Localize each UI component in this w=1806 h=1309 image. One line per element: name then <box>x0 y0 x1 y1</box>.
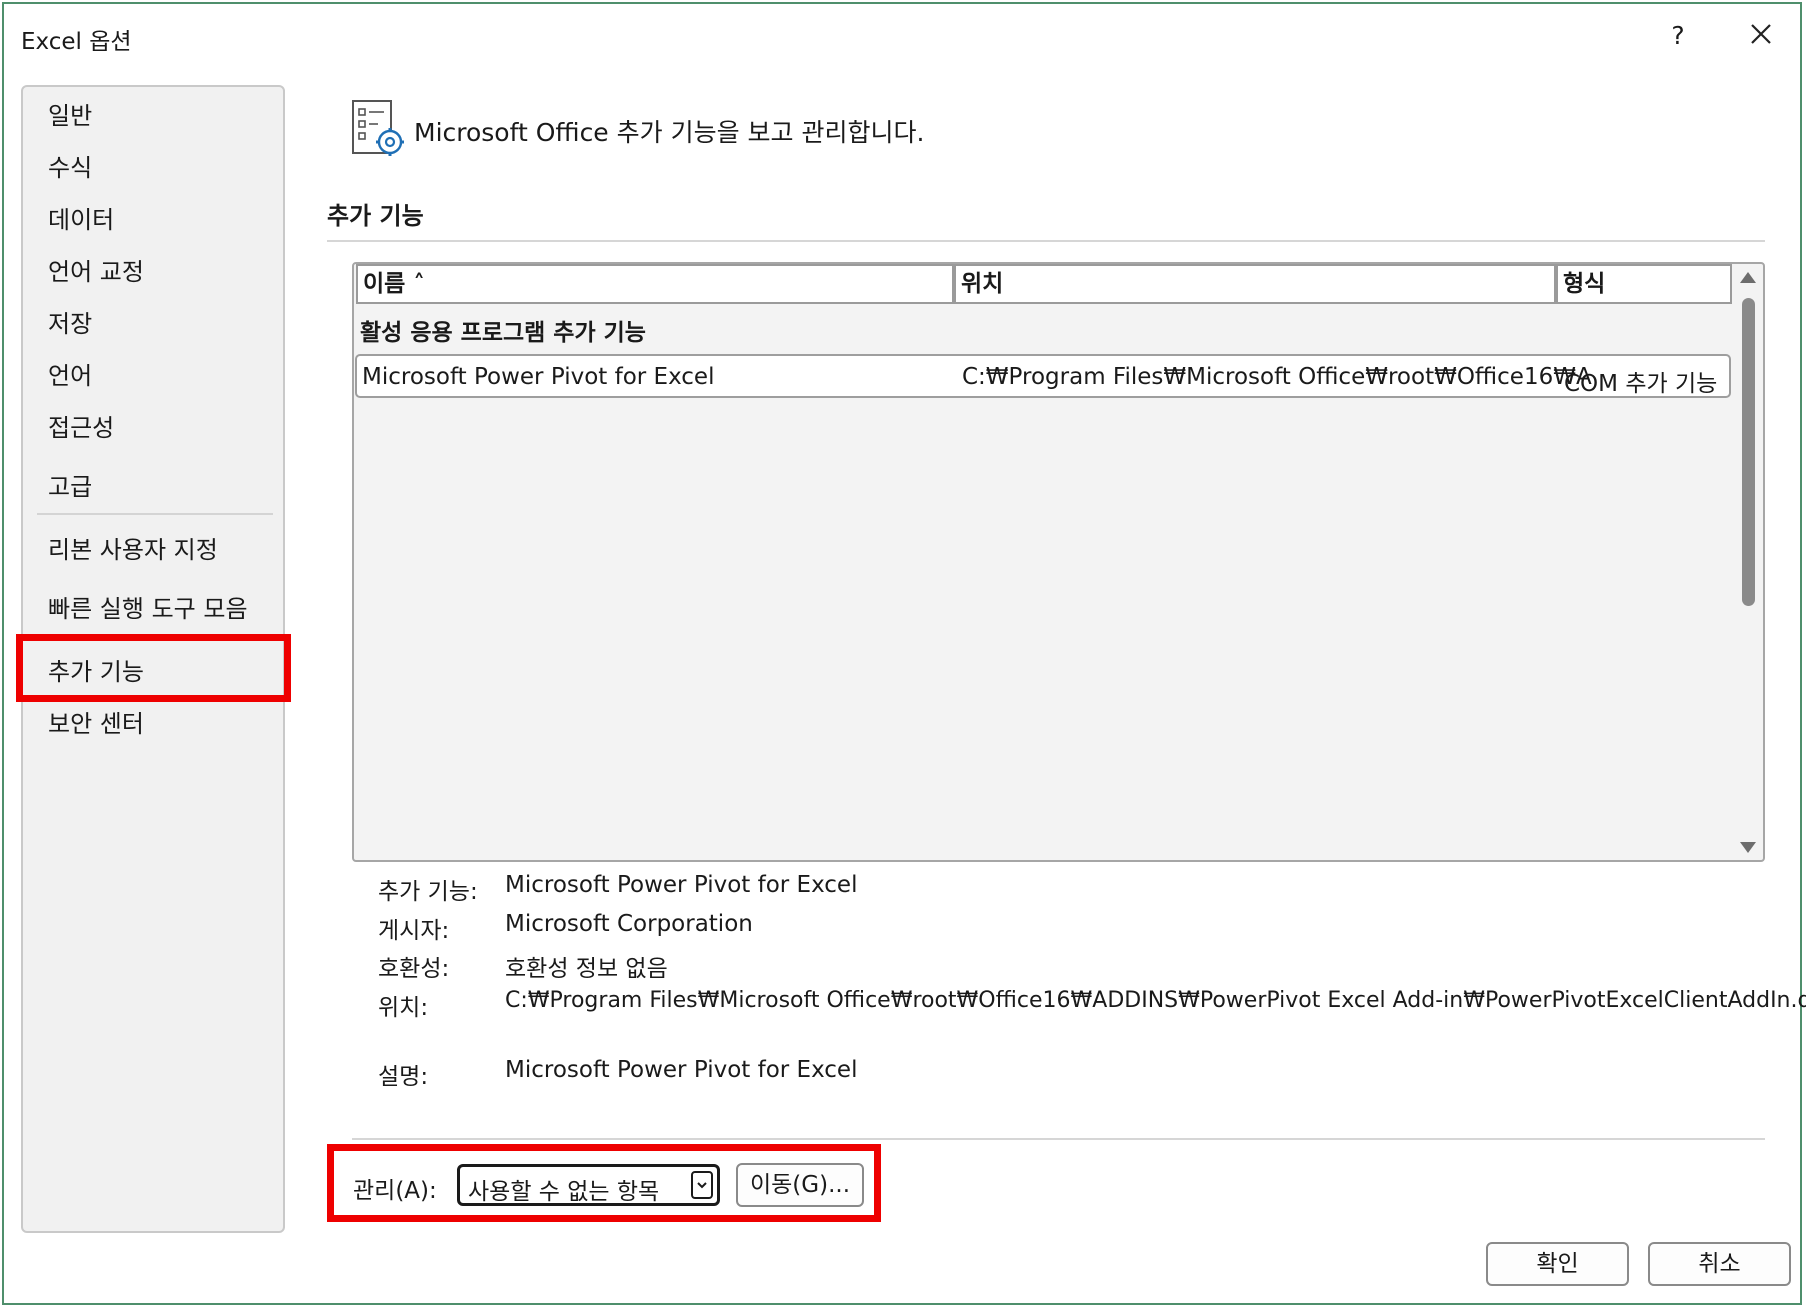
detail-value-publisher: Microsoft Corporation <box>505 911 753 937</box>
detail-value-compatibility: 호환성 정보 없음 <box>505 956 668 982</box>
scroll-thumb[interactable] <box>1742 298 1755 606</box>
addins-settings-icon <box>350 98 406 160</box>
column-header-location[interactable]: 위치 <box>954 264 1556 304</box>
ok-button[interactable]: 확인 <box>1486 1242 1629 1286</box>
detail-label-publisher: 게시자: <box>378 918 450 944</box>
section-title-addins: 추가 기능 <box>327 202 424 230</box>
sidebar-item-proofing[interactable]: 언어 교정 <box>48 252 144 287</box>
page-header: Microsoft Office 추가 기능을 보고 관리합니다. <box>414 118 925 147</box>
cancel-button[interactable]: 취소 <box>1648 1242 1791 1286</box>
sidebar-item-data[interactable]: 데이터 <box>48 200 114 235</box>
excel-options-dialog: Excel 옵션 ? 일반 수식 데이터 언어 교정 저장 언어 접근성 고급 … <box>2 2 1806 1305</box>
scroll-up-arrow-icon[interactable] <box>1740 272 1756 283</box>
sidebar-separator <box>37 513 273 515</box>
bottom-divider <box>352 1138 1765 1140</box>
column-header-type[interactable]: 형식 <box>1556 264 1732 304</box>
chevron-down-icon[interactable] <box>691 1171 713 1199</box>
manage-dropdown-value: 사용할 수 없는 항목 <box>468 1179 660 1205</box>
list-scrollbar[interactable] <box>1736 264 1763 860</box>
row-cell-type: COM 추가 기능 <box>1564 371 1718 397</box>
row-cell-location: C:₩Program Files₩Microsoft Office₩root₩O… <box>962 364 1592 390</box>
options-sidebar: 일반 수식 데이터 언어 교정 저장 언어 접근성 고급 리본 사용자 지정 빠… <box>21 85 285 1233</box>
close-icon <box>1751 24 1771 44</box>
detail-label-description: 설명: <box>378 1064 429 1090</box>
sidebar-item-addins[interactable]: 추가 기능 <box>48 652 144 687</box>
window-title: Excel 옵션 <box>21 29 132 55</box>
close-button[interactable] <box>1742 16 1780 54</box>
section-divider <box>327 240 1765 242</box>
sidebar-item-accessibility[interactable]: 접근성 <box>48 408 114 443</box>
manage-label: 관리(A): <box>353 1178 437 1204</box>
sidebar-item-save[interactable]: 저장 <box>48 304 92 339</box>
go-button[interactable]: 이동(G)... <box>736 1163 864 1207</box>
group-label-active-addins: 활성 응용 프로그램 추가 기능 <box>360 320 646 346</box>
row-cell-name: Microsoft Power Pivot for Excel <box>362 364 715 390</box>
sidebar-item-advanced[interactable]: 고급 <box>48 467 92 502</box>
sidebar-item-customize-ribbon[interactable]: 리본 사용자 지정 <box>48 530 218 565</box>
scroll-down-arrow-icon[interactable] <box>1740 842 1756 853</box>
detail-value-addin: Microsoft Power Pivot for Excel <box>505 872 858 898</box>
help-button[interactable]: ? <box>1660 18 1696 54</box>
detail-label-compatibility: 호환성: <box>378 956 450 982</box>
detail-value-description: Microsoft Power Pivot for Excel <box>505 1057 858 1083</box>
table-row[interactable]: Microsoft Power Pivot for Excel C:₩Progr… <box>355 354 1731 398</box>
sidebar-item-quick-access-toolbar[interactable]: 빠른 실행 도구 모음 <box>48 589 248 624</box>
manage-dropdown[interactable]: 사용할 수 없는 항목 <box>457 1164 720 1206</box>
sidebar-item-general[interactable]: 일반 <box>48 96 92 131</box>
detail-label-location: 위치: <box>378 995 429 1021</box>
detail-label-addin: 추가 기능: <box>378 879 478 905</box>
addins-list[interactable]: 이름 ˄ 위치 형식 활성 응용 프로그램 추가 기능 Microsoft Po… <box>352 262 1765 862</box>
sidebar-item-formulas[interactable]: 수식 <box>48 148 92 183</box>
sidebar-item-language[interactable]: 언어 <box>48 356 92 391</box>
column-header-name[interactable]: 이름 ˄ <box>356 264 954 304</box>
detail-value-location: C:₩Program Files₩Microsoft Office₩root₩O… <box>505 988 1806 1013</box>
sidebar-item-trust-center[interactable]: 보안 센터 <box>48 704 144 739</box>
